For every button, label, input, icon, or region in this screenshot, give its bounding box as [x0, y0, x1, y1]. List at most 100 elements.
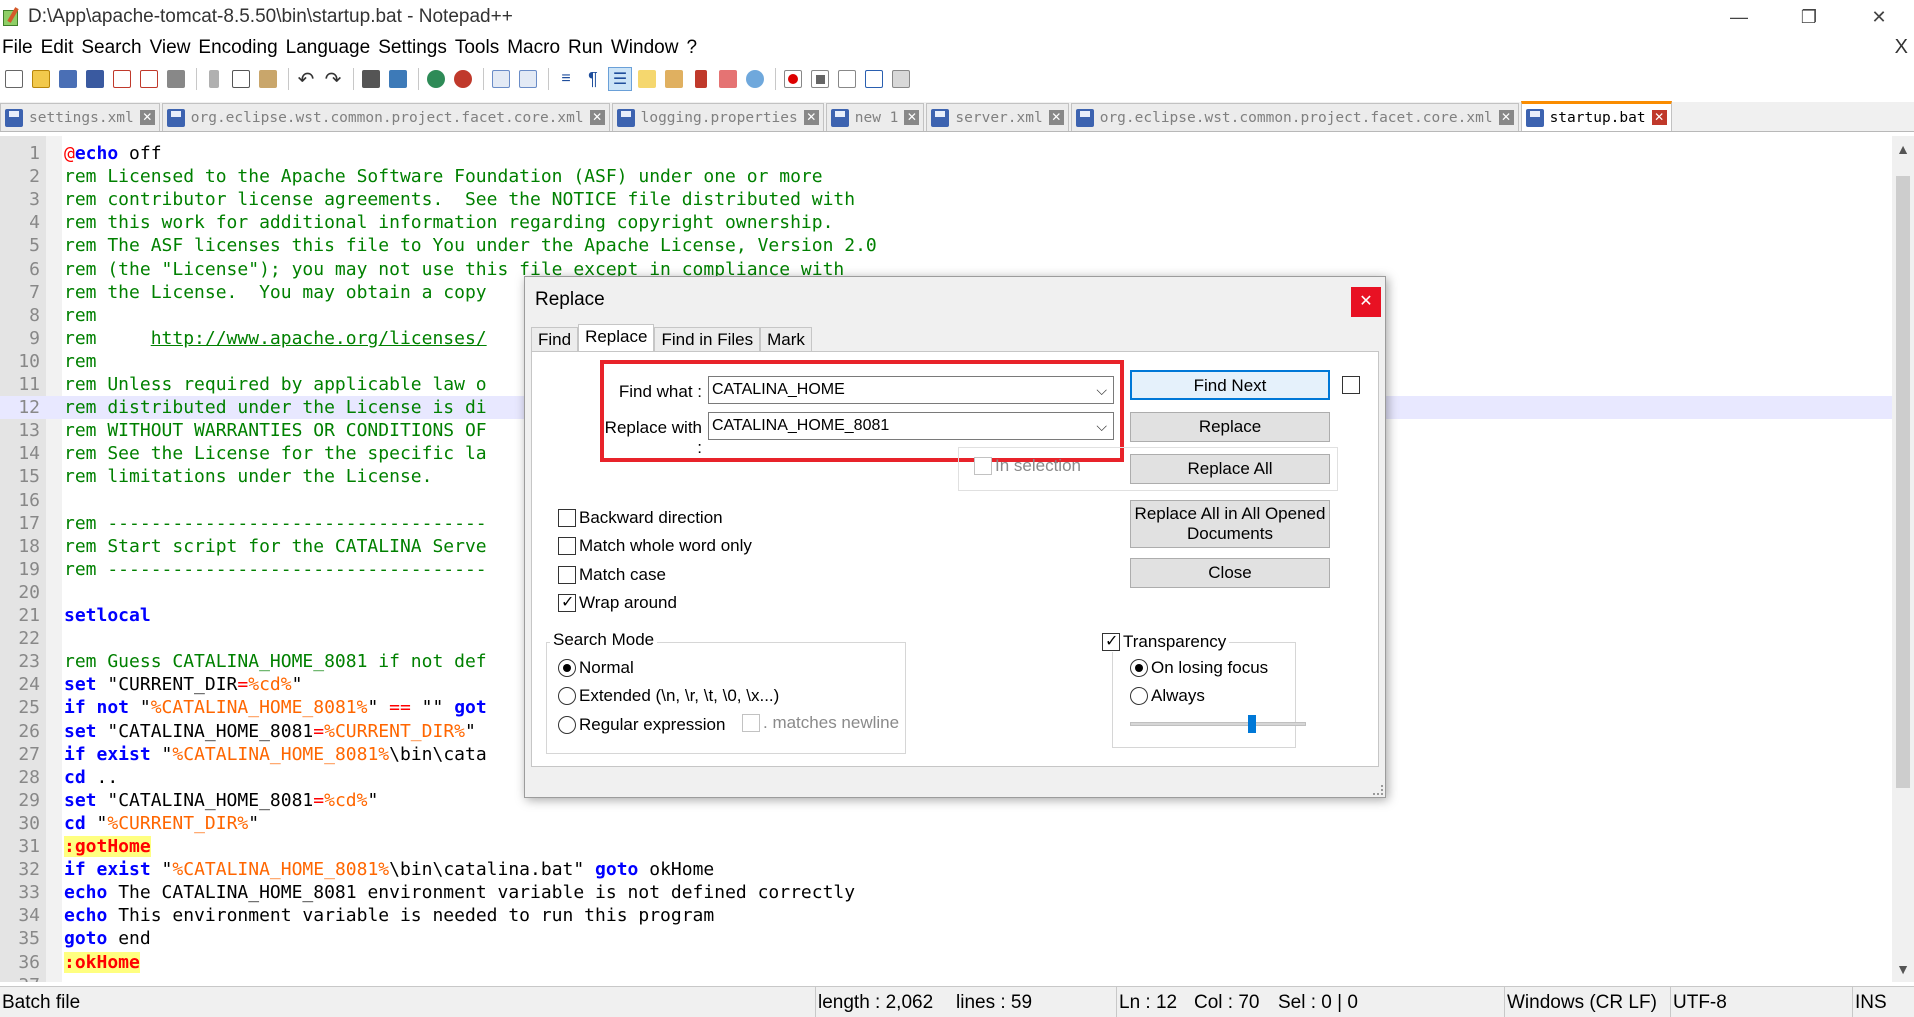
replace-all-button[interactable]: Replace All [1130, 454, 1330, 484]
save-macro-icon[interactable] [889, 67, 913, 91]
code-line[interactable]: 30 cd "%CURRENT_DIR%" [0, 812, 1892, 835]
code-line[interactable]: 34 echo This environment variable is need… [0, 904, 1892, 927]
close-tab-icon[interactable]: ✕ [1651, 110, 1667, 125]
regex-radio[interactable]: Regular expression [558, 715, 725, 735]
paste-icon[interactable] [256, 67, 280, 91]
find-what-combo[interactable]: CATALINA_HOME ⌵ [708, 376, 1114, 404]
code-line[interactable]: 5 rem The ASF licenses this file to You u… [0, 234, 1892, 257]
tab-logging-properties[interactable]: logging.properties ✕ [611, 103, 824, 131]
code-line[interactable]: 35 goto end [0, 927, 1892, 950]
code-line[interactable]: 32 if exist "%CATALINA_HOME_8081%\bin\cat… [0, 858, 1892, 881]
doc-map-icon[interactable] [662, 67, 686, 91]
menu-tools[interactable]: Tools [453, 37, 505, 59]
on-losing-focus-radio[interactable]: On losing focus [1130, 658, 1268, 678]
transparency-slider-thumb[interactable] [1247, 715, 1256, 733]
replace-button[interactable]: Replace [1130, 412, 1330, 442]
close-tab-icon[interactable]: ✕ [1498, 110, 1514, 125]
monitoring-icon[interactable] [743, 67, 767, 91]
close-tab-icon[interactable]: ✕ [904, 110, 920, 125]
scroll-down-icon[interactable]: ▼ [1896, 962, 1910, 976]
transparency-checkbox[interactable]: Transparency [1102, 631, 1230, 652]
menu-language[interactable]: Language [284, 37, 377, 59]
close-all-icon[interactable] [137, 67, 161, 91]
close-button[interactable]: Close [1130, 558, 1330, 588]
zoom-in-icon[interactable] [424, 67, 448, 91]
find-icon[interactable] [359, 67, 383, 91]
cut-icon[interactable] [202, 67, 226, 91]
transparency-slider[interactable] [1130, 722, 1306, 726]
print-icon[interactable] [164, 67, 188, 91]
code-line[interactable]: 2 rem Licensed to the Apache Software Fou… [0, 165, 1892, 188]
replace-icon[interactable] [386, 67, 410, 91]
wrap-around-checkbox[interactable]: Wrap around [558, 592, 677, 613]
resize-grip[interactable] [1373, 785, 1383, 795]
folder-workspace-icon[interactable] [716, 67, 740, 91]
lang-define-icon[interactable] [635, 67, 659, 91]
new-file-icon[interactable] [2, 67, 26, 91]
tab-find[interactable]: Find [531, 327, 579, 351]
find-next-option-checkbox[interactable] [1342, 376, 1363, 394]
find-next-button[interactable]: Find Next [1130, 370, 1330, 400]
close-file-icon[interactable] [110, 67, 134, 91]
word-wrap-icon[interactable]: ≡ [554, 67, 578, 91]
menu-window[interactable]: Window [609, 37, 685, 59]
close-tab-icon[interactable]: ✕ [803, 110, 819, 125]
tab-facet-core-xml[interactable]: org.eclipse.wst.common.project.facet.cor… [161, 103, 610, 131]
tab-replace[interactable]: Replace [578, 324, 655, 351]
tab-mark[interactable]: Mark [760, 327, 812, 351]
code-line[interactable]: 37 [0, 974, 1892, 982]
replace-all-opened-button[interactable]: Replace All in All Opened Documents [1130, 500, 1330, 548]
close-tab-icon[interactable]: ✕ [139, 110, 155, 125]
indent-guide-icon[interactable]: ☰ [608, 67, 632, 91]
minimize-button[interactable]: — [1704, 0, 1774, 34]
tab-new-1[interactable]: new 1 ✕ [825, 103, 925, 131]
record-macro-icon[interactable] [781, 67, 805, 91]
play-macro-icon[interactable] [835, 67, 859, 91]
menu-encoding[interactable]: Encoding [196, 37, 283, 59]
save-all-icon[interactable] [83, 67, 107, 91]
always-radio[interactable]: Always [1130, 686, 1205, 706]
normal-radio[interactable]: Normal [558, 658, 634, 678]
tab-find-in-files[interactable]: Find in Files [654, 327, 761, 351]
menu-view[interactable]: View [148, 37, 197, 59]
restore-button[interactable]: ❐ [1774, 0, 1844, 34]
replace-with-combo[interactable]: CATALINA_HOME_8081 ⌵ [708, 412, 1114, 440]
code-line[interactable]: 1 @echo off [0, 142, 1892, 165]
matches-newline-checkbox[interactable]: . matches newline [742, 713, 899, 733]
menu-file[interactable]: File [0, 37, 39, 59]
tab-settings-xml[interactable]: settings.xml ✕ [0, 103, 160, 131]
chevron-down-icon[interactable]: ⌵ [1096, 413, 1107, 439]
sync-vertical-icon[interactable] [489, 67, 513, 91]
scroll-thumb[interactable] [1896, 176, 1910, 788]
save-icon[interactable] [56, 67, 80, 91]
function-list-icon[interactable] [689, 67, 713, 91]
menu-macro[interactable]: Macro [505, 37, 566, 59]
close-tab-icon[interactable]: ✕ [1048, 110, 1064, 125]
zoom-out-icon[interactable] [451, 67, 475, 91]
code-line[interactable]: 33 echo The CATALINA_HOME_8081 environmen… [0, 881, 1892, 904]
tab-startup-bat[interactable]: startup.bat ✕ [1520, 101, 1672, 131]
in-selection-checkbox[interactable]: In selection [974, 456, 1081, 476]
menu-edit[interactable]: Edit [39, 37, 80, 59]
code-line[interactable]: 36:okHome [0, 951, 1892, 974]
close-tab-icon[interactable]: ✕ [589, 110, 605, 125]
code-line[interactable]: 31:gotHome [0, 835, 1892, 858]
play-multiple-macro-icon[interactable] [862, 67, 886, 91]
undo-icon[interactable]: ↶ [294, 67, 318, 91]
extended-radio[interactable]: Extended (\n, \r, \t, \0, \x...) [558, 686, 779, 706]
dialog-close-button[interactable]: ✕ [1351, 287, 1381, 317]
scroll-up-icon[interactable]: ▲ [1896, 142, 1910, 156]
code-line[interactable]: 3 rem contributor license agreements. See… [0, 188, 1892, 211]
tab-server-xml[interactable]: server.xml ✕ [926, 103, 1069, 131]
close-window-button[interactable]: ✕ [1844, 0, 1914, 34]
close-document-button[interactable]: X [1895, 36, 1908, 59]
copy-icon[interactable] [229, 67, 253, 91]
match-case-checkbox[interactable]: Match case [558, 565, 666, 585]
chevron-down-icon[interactable]: ⌵ [1096, 377, 1107, 403]
open-file-icon[interactable] [29, 67, 53, 91]
sync-horizontal-icon[interactable] [516, 67, 540, 91]
menu-help[interactable]: ? [684, 37, 703, 59]
tab-facet-core-xml-2[interactable]: org.eclipse.wst.common.project.facet.cor… [1070, 103, 1519, 131]
menu-run[interactable]: Run [566, 37, 609, 59]
show-all-chars-icon[interactable]: ¶ [581, 67, 605, 91]
